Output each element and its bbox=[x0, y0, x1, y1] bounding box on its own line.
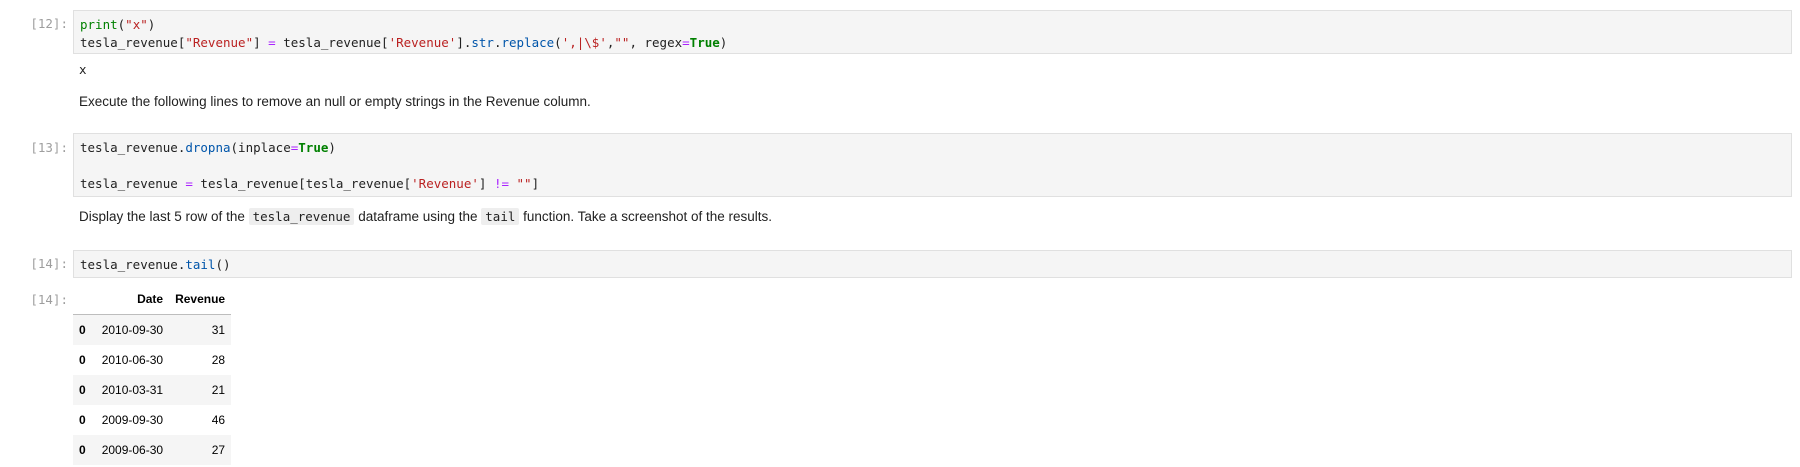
markdown-text-2-mid: dataframe using the bbox=[354, 209, 482, 224]
table-row: 0 2009-06-30 27 bbox=[73, 435, 232, 465]
row-index: 0 bbox=[79, 323, 86, 337]
code-token: "x" bbox=[125, 17, 148, 32]
code-token: tesla_revenue. bbox=[80, 257, 186, 272]
revenue-cell: 21 bbox=[211, 383, 226, 397]
code-token: replace bbox=[501, 35, 555, 50]
markdown-text-2-pre: Display the last 5 row of the bbox=[79, 209, 249, 224]
date-cell: 2009-06-30 bbox=[101, 443, 164, 457]
code-token: "" bbox=[614, 35, 630, 50]
code-line: tesla_revenue.tail() bbox=[80, 256, 1785, 274]
code-token: = bbox=[682, 35, 690, 50]
code-token: ] bbox=[478, 176, 494, 191]
code-token: ]. bbox=[456, 35, 472, 50]
inline-code-tail: tail bbox=[481, 208, 520, 225]
code-token: tesla_revenue[ bbox=[275, 35, 389, 50]
table-row: 0 2010-06-30 28 bbox=[73, 345, 232, 375]
code-token: tesla_revenue[tesla_revenue[ bbox=[192, 176, 412, 191]
code-token: ) bbox=[719, 35, 728, 50]
row-index: 0 bbox=[79, 383, 86, 397]
code-cell-12[interactable]: print("x") tesla_revenue["Revenue"] = tes… bbox=[73, 10, 1792, 54]
code-cell-14[interactable]: tesla_revenue.tail() bbox=[73, 250, 1792, 278]
code-token: str bbox=[471, 35, 494, 50]
code-line: tesla_revenue.dropna(inplace=True) bbox=[80, 139, 1785, 157]
row-index: 0 bbox=[79, 443, 86, 457]
code-token: (inplace bbox=[230, 140, 291, 155]
code-token: 'Revenue' bbox=[388, 35, 457, 50]
index-header bbox=[73, 284, 96, 315]
date-cell: 2010-06-30 bbox=[101, 353, 164, 367]
code-token: ) bbox=[147, 17, 156, 32]
revenue-cell: 31 bbox=[211, 323, 226, 337]
code-token: tesla_revenue. bbox=[80, 140, 186, 155]
date-cell: 2010-09-30 bbox=[101, 323, 164, 337]
code-token: "Revenue" bbox=[185, 35, 254, 50]
revenue-cell: 46 bbox=[211, 413, 226, 427]
table-row: 0 2009-09-30 46 bbox=[73, 405, 232, 435]
dataframe-table: Date Revenue 0 2010-09-30 31 0 2010-06-3… bbox=[73, 284, 232, 465]
code-token: True bbox=[298, 140, 329, 155]
output-prompt-14: [14]: bbox=[30, 292, 68, 307]
row-index: 0 bbox=[79, 413, 86, 427]
code-line: tesla_revenue = tesla_revenue[tesla_reve… bbox=[80, 175, 1785, 193]
markdown-text-1: Execute the following lines to remove an… bbox=[79, 94, 591, 109]
code-token: ) bbox=[328, 140, 336, 155]
table-row: 0 2010-09-30 31 bbox=[73, 314, 232, 345]
code-token: ] bbox=[531, 176, 540, 191]
date-cell: 2010-03-31 bbox=[101, 383, 164, 397]
code-token: ',|\$' bbox=[561, 35, 607, 50]
revenue-cell: 27 bbox=[211, 443, 226, 457]
code-token: tesla_revenue bbox=[80, 176, 186, 191]
code-token: dropna bbox=[185, 140, 231, 155]
code-line: tesla_revenue["Revenue"] = tesla_revenue… bbox=[80, 34, 1785, 52]
table-row: 0 2010-03-31 21 bbox=[73, 375, 232, 405]
code-token: = bbox=[185, 176, 193, 191]
code-token: , regex bbox=[629, 35, 683, 50]
code-token: True bbox=[689, 35, 720, 50]
code-token: () bbox=[215, 257, 231, 272]
column-header-date: Date bbox=[95, 284, 170, 315]
code-line: print("x") bbox=[80, 16, 1785, 34]
code-token: = bbox=[268, 35, 276, 50]
code-token: != bbox=[493, 176, 509, 191]
date-cell: 2009-09-30 bbox=[101, 413, 164, 427]
code-token: ( bbox=[554, 35, 562, 50]
cell-prompt-13: [13]: bbox=[30, 140, 68, 155]
row-index: 0 bbox=[79, 353, 86, 367]
cell-prompt-14: [14]: bbox=[30, 256, 68, 271]
cell-stdout-12: x bbox=[79, 62, 87, 77]
revenue-cell: 28 bbox=[211, 353, 226, 367]
table-header-row: Date Revenue bbox=[73, 284, 232, 315]
code-cell-13[interactable]: tesla_revenue.dropna(inplace=True) tesla_… bbox=[73, 133, 1792, 197]
code-token: "" bbox=[516, 176, 532, 191]
inline-code-tesla-revenue: tesla_revenue bbox=[248, 208, 355, 225]
markdown-text-2: Display the last 5 row of the tesla_reve… bbox=[79, 208, 773, 225]
code-token: ] bbox=[253, 35, 269, 50]
code-token: print bbox=[80, 17, 118, 32]
code-token: tail bbox=[185, 257, 216, 272]
column-header-revenue: Revenue bbox=[169, 284, 232, 315]
code-token: tesla_revenue[ bbox=[80, 35, 186, 50]
markdown-text-2-post: function. Take a screenshot of the resul… bbox=[519, 209, 773, 224]
code-token: 'Revenue' bbox=[411, 176, 479, 191]
cell-prompt-12: [12]: bbox=[30, 16, 68, 31]
